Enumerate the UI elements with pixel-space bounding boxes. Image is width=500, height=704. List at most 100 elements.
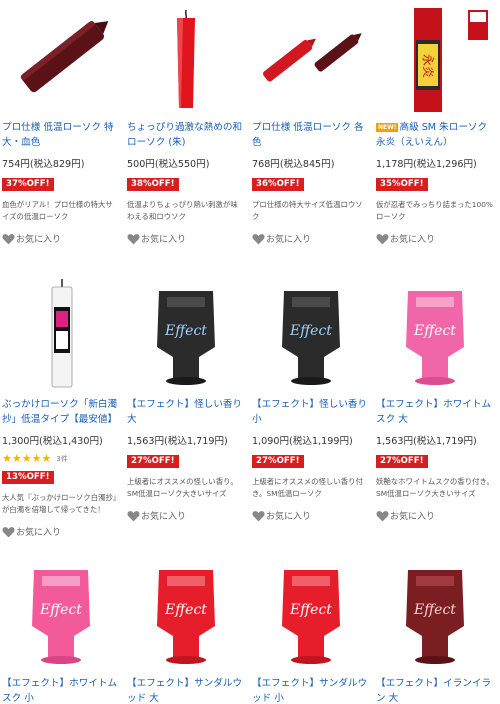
- product-title[interactable]: 【エフェクト】サンダルウッド 大: [127, 676, 245, 704]
- half-star-icon: ★: [41, 452, 52, 465]
- svg-text:Effect: Effect: [289, 323, 332, 339]
- product-card[interactable]: Effect 【エフェクト】怪しい香り 小 1,090円(税込1,199円) 2…: [252, 277, 370, 522]
- new-badge: NEW!: [376, 122, 399, 132]
- product-title[interactable]: 【エフェクト】怪しい香り 大: [127, 397, 245, 427]
- product-image[interactable]: 永炎: [376, 0, 494, 112]
- product-image[interactable]: Effect: [252, 556, 370, 668]
- product-title[interactable]: NEW! 高級 SM 朱ローソク 永炎（えいえん）: [376, 120, 494, 150]
- product-card[interactable]: Effect 【エフェクト】ホワイトムスク 大 1,563円(税込1,719円)…: [376, 277, 494, 522]
- svg-text:Effect: Effect: [164, 323, 207, 339]
- heart-icon: [127, 510, 140, 521]
- product-price: 1,300円(税込1,430円): [2, 436, 103, 447]
- discount-badge: 13%OFF!: [2, 471, 54, 484]
- discount-badge: 38%OFF!: [127, 178, 179, 191]
- heart-icon: [2, 233, 15, 244]
- product-price: 1,563円(税込1,719円): [376, 436, 477, 447]
- product-card[interactable]: プロ仕様 低温ローソク 特大・血色 754円(税込829円) 37%OFF! 血…: [2, 0, 120, 245]
- favorite-button[interactable]: お気に入り: [252, 232, 370, 245]
- product-price: 754円(税込829円): [2, 159, 85, 170]
- rating-count: 3件: [56, 454, 68, 463]
- product-price: 1,178円(税込1,296円): [376, 159, 477, 170]
- product-title[interactable]: ちょっぴり過激な熱めの和ローソク (朱): [127, 120, 245, 150]
- product-image[interactable]: Effect: [376, 556, 494, 668]
- favorite-button[interactable]: お気に入り: [252, 509, 370, 522]
- discount-badge: 27%OFF!: [127, 455, 179, 468]
- product-price: 500円(税込550円): [127, 159, 210, 170]
- rating[interactable]: ★ ★ ★ ★ ★ 3件: [2, 453, 120, 464]
- product-image[interactable]: [252, 0, 370, 112]
- discount-badge: 36%OFF!: [252, 178, 304, 191]
- product-image[interactable]: Effect: [376, 277, 494, 389]
- product-description: 低温よりちょっぴり熱い刺激が味わえる和ロウソク: [127, 200, 238, 221]
- product-description: 上級者にオススメの怪しい香り付き。SM低温ローソク: [252, 477, 363, 498]
- product-card[interactable]: 永炎 NEW! 高級 SM 朱ローソク 永炎（えいえん） 1,178円(税込1,2…: [376, 0, 494, 245]
- discount-badge: 27%OFF!: [252, 455, 304, 468]
- product-title[interactable]: 【エフェクト】イランイラン 大: [376, 676, 494, 704]
- product-description: 妖艶なホワイトムスクの香り付き。SM低温ローソク大きいサイズ: [376, 477, 494, 498]
- discount-badge: 35%OFF!: [376, 178, 428, 191]
- favorite-label: お気に入り: [390, 235, 436, 245]
- heart-icon: [127, 233, 140, 244]
- product-image[interactable]: [127, 0, 245, 112]
- product-card[interactable]: Effect 【エフェクト】ホワイトムスク 小: [2, 556, 120, 704]
- star-icon: ★: [2, 452, 12, 465]
- favorite-label: お気に入り: [266, 235, 312, 245]
- product-card[interactable]: Effect 【エフェクト】怪しい香り 大 1,563円(税込1,719円) 2…: [127, 277, 245, 522]
- product-title[interactable]: プロ仕様 低温ローソク 特大・血色: [2, 120, 120, 150]
- product-grid: プロ仕様 低温ローソク 特大・血色 754円(税込829円) 37%OFF! 血…: [0, 0, 500, 704]
- product-price: 768円(税込845円): [252, 159, 335, 170]
- favorite-button[interactable]: お気に入り: [2, 232, 120, 245]
- product-title[interactable]: 【エフェクト】ホワイトムスク 小: [2, 676, 120, 704]
- heart-icon: [2, 526, 15, 537]
- product-description: 上級者にオススメの怪しい香り。SM低温ローソク大きいサイズ: [127, 477, 238, 498]
- product-title[interactable]: 【エフェクト】怪しい香り 小: [252, 397, 370, 427]
- product-title[interactable]: プロ仕様 低温ローソク 各色: [252, 120, 370, 150]
- heart-icon: [376, 233, 389, 244]
- svg-text:Effect: Effect: [413, 323, 456, 339]
- product-image[interactable]: [2, 277, 120, 389]
- favorite-label: お気に入り: [141, 512, 187, 522]
- favorite-label: お気に入り: [266, 512, 312, 522]
- product-image[interactable]: Effect: [127, 556, 245, 668]
- product-price: 1,090円(税込1,199円): [252, 436, 353, 447]
- svg-text:Effect: Effect: [289, 602, 332, 618]
- favorite-label: お気に入り: [16, 235, 62, 245]
- product-image[interactable]: Effect: [127, 277, 245, 389]
- star-icon: ★: [21, 452, 32, 465]
- product-description: プロ仕様の特大サイズ低温ロウソク: [252, 200, 363, 221]
- favorite-button[interactable]: お気に入り: [376, 509, 494, 522]
- heart-icon: [252, 233, 265, 244]
- product-card[interactable]: プロ仕様 低温ローソク 各色 768円(税込845円) 36%OFF! プロ仕様…: [252, 0, 370, 245]
- product-card[interactable]: Effect 【エフェクト】イランイラン 大: [376, 556, 494, 704]
- star-icon: ★: [31, 452, 42, 465]
- favorite-button[interactable]: お気に入り: [2, 525, 120, 538]
- discount-badge: 37%OFF!: [2, 178, 54, 191]
- product-card[interactable]: ぶっかけローソク「新白濁抄」低温タイプ【最安値】 1,300円(税込1,430円…: [2, 277, 120, 538]
- favorite-label: お気に入り: [390, 512, 436, 522]
- svg-text:Effect: Effect: [39, 602, 82, 618]
- product-price: 1,563円(税込1,719円): [127, 436, 228, 447]
- product-card[interactable]: ちょっぴり過激な熱めの和ローソク (朱) 500円(税込550円) 38%OFF…: [127, 0, 245, 245]
- product-title[interactable]: 【エフェクト】サンダルウッド 小: [252, 676, 370, 704]
- favorite-button[interactable]: お気に入り: [127, 232, 245, 245]
- product-title[interactable]: ぶっかけローソク「新白濁抄」低温タイプ【最安値】: [2, 397, 120, 427]
- product-description: 血色がリアル！プロ仕様の特大サイズの低温ローソク: [2, 200, 113, 221]
- product-description: 仮が忍者でみっちり詰まった100%ローソク: [376, 200, 493, 221]
- star-icon: ★: [11, 452, 22, 465]
- product-card[interactable]: Effect 【エフェクト】サンダルウッド 小: [252, 556, 370, 704]
- favorite-button[interactable]: お気に入り: [376, 232, 494, 245]
- product-image[interactable]: Effect: [2, 556, 120, 668]
- product-title[interactable]: 【エフェクト】ホワイトムスク 大: [376, 397, 494, 427]
- product-image[interactable]: Effect: [252, 277, 370, 389]
- favorite-button[interactable]: お気に入り: [127, 509, 245, 522]
- product-card[interactable]: Effect 【エフェクト】サンダルウッド 大: [127, 556, 245, 704]
- svg-text:永炎: 永炎: [421, 54, 435, 78]
- favorite-label: お気に入り: [16, 528, 62, 538]
- favorite-label: お気に入り: [141, 235, 187, 245]
- product-image[interactable]: [2, 0, 120, 112]
- svg-text:Effect: Effect: [164, 602, 207, 618]
- heart-icon: [376, 510, 389, 521]
- discount-badge: 27%OFF!: [376, 455, 428, 468]
- heart-icon: [252, 510, 265, 521]
- product-description: 大人気『ぶっかけローソク白濁抄』が白濁を倍増して帰ってきた！: [2, 493, 117, 514]
